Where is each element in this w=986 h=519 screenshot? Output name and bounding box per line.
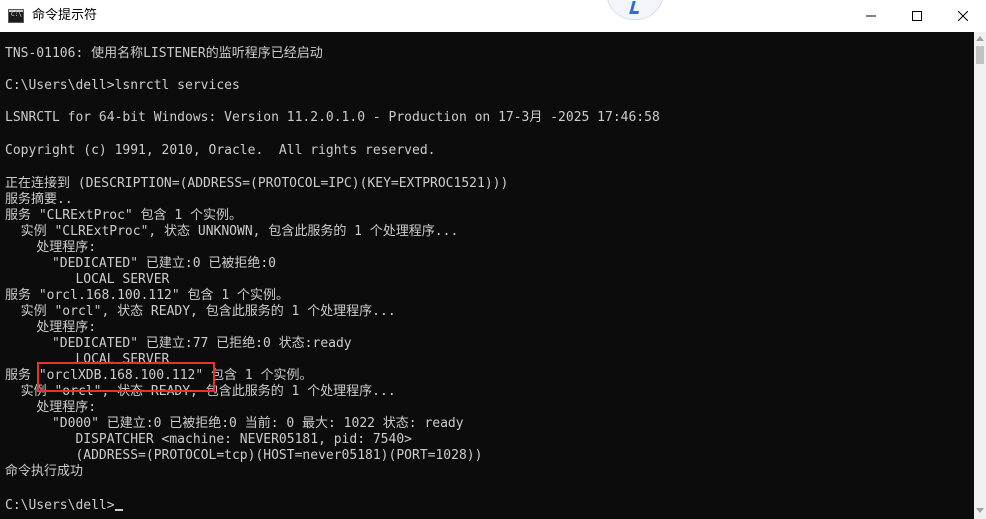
command-prompt-line[interactable]: C:\Users\dell>: [5, 498, 123, 514]
console-line: DISPATCHER <machine: NEVER05181, pid: 75…: [5, 432, 412, 447]
console-line: LOCAL SERVER: [5, 272, 170, 287]
command-prompt-window: C:\ 命令提示符 TNS-01106: 使用名称LISTENER的监听程序已经…: [0, 0, 986, 519]
minimize-button[interactable]: [848, 0, 894, 32]
console-line: "D000" 已建立:0 已被拒绝:0 当前: 0 最大: 1022 状态: r…: [5, 416, 464, 431]
cmd-app-icon: C:\: [8, 9, 24, 23]
console-line: LSNRCTL for 64-bit Windows: Version 11.2…: [5, 110, 660, 125]
console-line: TNS-01106: 使用名称LISTENER的监听程序已经启动: [5, 46, 323, 61]
title-bar[interactable]: C:\ 命令提示符: [0, 0, 986, 33]
vertical-scrollbar[interactable]: [974, 32, 986, 519]
minimize-icon: [866, 15, 876, 17]
console-line: "DEDICATED" 已建立:0 已被拒绝:0: [5, 256, 277, 271]
text-cursor: [114, 509, 123, 511]
console-line: 处理程序:: [5, 240, 97, 255]
close-button[interactable]: [940, 0, 986, 32]
console-line: 正在连接到 (DESCRIPTION=(ADDRESS=(PROTOCOL=IP…: [5, 176, 509, 191]
maximize-button[interactable]: [894, 0, 940, 32]
console-line: C:\Users\dell>lsnrctl services: [5, 78, 240, 93]
prompt-text: C:\Users\dell>: [5, 498, 115, 513]
console-line: 服务摘要..: [5, 192, 73, 207]
highlight-box: [37, 362, 215, 392]
console-line: 服务 "orcl.168.100.112" 包含 1 个实例。: [5, 288, 290, 303]
scroll-down-arrow-icon[interactable]: [976, 508, 984, 513]
console-line: 实例 "CLRExtProc", 状态 UNKNOWN, 包含此服务的 1 个处…: [5, 224, 459, 239]
console-line: 命令执行成功: [5, 464, 84, 479]
console-line: 处理程序:: [5, 400, 97, 415]
console-line: 处理程序:: [5, 320, 97, 335]
scroll-up-arrow-icon[interactable]: [976, 36, 984, 41]
window-title: 命令提示符: [32, 8, 98, 23]
console-line: (ADDRESS=(PROTOCOL=tcp)(HOST=never05181)…: [5, 448, 483, 463]
taskbar-peek-icon: [606, 0, 664, 20]
console-line: "DEDICATED" 已建立:77 已拒绝:0 状态:ready: [5, 336, 352, 351]
console-output[interactable]: TNS-01106: 使用名称LISTENER的监听程序已经启动 C:\User…: [0, 32, 974, 519]
console-line: Copyright (c) 1991, 2010, Oracle. All ri…: [5, 143, 436, 158]
scroll-thumb[interactable]: [976, 46, 984, 64]
console-line: 实例 "orcl", 状态 READY, 包含此服务的 1 个处理程序...: [5, 304, 396, 319]
console-line: 服务 "CLRExtProc" 包含 1 个实例。: [5, 208, 243, 223]
maximize-icon: [912, 11, 922, 21]
close-icon: [958, 11, 968, 21]
